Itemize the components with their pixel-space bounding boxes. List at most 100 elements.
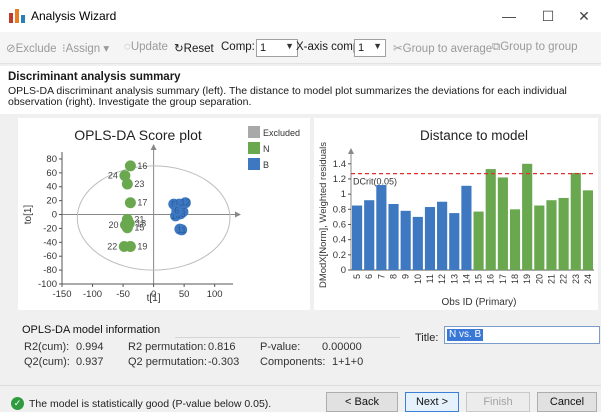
y-axis-label: to[1] bbox=[23, 205, 34, 225]
update-button[interactable]: ◌Update bbox=[124, 41, 168, 53]
x-tick-label: 13 bbox=[449, 274, 459, 284]
next-button[interactable]: Next > bbox=[405, 392, 459, 412]
group-to-group-button[interactable]: ⧉Group to group bbox=[492, 41, 578, 54]
y-tick-label: -20 bbox=[43, 223, 57, 234]
y-tick-label: 60 bbox=[46, 168, 57, 179]
x-axis-label: Obs ID (Primary) bbox=[442, 297, 517, 308]
p-value-value: 0.00000 bbox=[322, 341, 362, 353]
y-axis-arrow bbox=[348, 148, 354, 154]
comp-label: Comp: bbox=[221, 41, 255, 53]
summary-header: Discriminant analysis summary OPLS-DA di… bbox=[0, 66, 601, 114]
title-bar: Analysis Wizard — ☐ ✕ bbox=[0, 0, 601, 32]
point-label: 23 bbox=[134, 179, 144, 189]
point-label: 6 bbox=[174, 205, 179, 215]
legend-label: B bbox=[263, 160, 269, 170]
q2-label: Q2(cum): bbox=[24, 356, 70, 368]
x-tick-label: 23 bbox=[571, 274, 581, 284]
y-tick-label: 1 bbox=[341, 189, 346, 200]
x-tick-label: 15 bbox=[474, 274, 484, 284]
p-value-label: P-value: bbox=[260, 341, 301, 353]
x-tick-label: 14 bbox=[461, 274, 471, 284]
summary-description: OPLS-DA discriminant analysis summary (l… bbox=[8, 85, 567, 108]
x-tick-label: 17 bbox=[498, 274, 508, 284]
group-to-average-button[interactable]: ✂Group to average bbox=[393, 41, 492, 55]
exclude-icon: ⊘ bbox=[6, 43, 16, 55]
exclude-button[interactable]: ⊘Exclude bbox=[6, 41, 57, 55]
y-tick-label: 1.4 bbox=[333, 159, 346, 170]
y-tick-label: 0.6 bbox=[333, 219, 346, 230]
x-tick-label: 22 bbox=[559, 274, 569, 284]
x-tick-label: -100 bbox=[83, 289, 102, 300]
point-label: 19 bbox=[137, 241, 147, 251]
y-tick-label: 20 bbox=[46, 196, 57, 207]
x-tick-label: 24 bbox=[583, 274, 593, 284]
point-label: 16 bbox=[137, 161, 147, 171]
analysis-wizard-window: Analysis Wizard — ☐ ✕ ⊘Exclude ⁝Assign ▾… bbox=[0, 0, 601, 412]
title-input-value: N vs. B bbox=[447, 329, 484, 341]
distance-plot: Distance to model DModX[Norm], Weighted r… bbox=[318, 128, 594, 308]
y-axis-label: DModX[Norm], Weighted residuals bbox=[318, 142, 329, 288]
title-input[interactable]: N vs. B bbox=[444, 326, 600, 344]
bar bbox=[485, 169, 496, 270]
x-tick-label: 19 bbox=[522, 274, 532, 284]
legend-label: N bbox=[263, 144, 270, 154]
bar bbox=[400, 210, 411, 270]
summary-title: Discriminant analysis summary bbox=[8, 71, 181, 83]
y-tick-label: -60 bbox=[43, 251, 57, 262]
bar bbox=[509, 209, 521, 270]
components-label: Components: bbox=[260, 356, 326, 368]
bar bbox=[497, 177, 508, 270]
data-point bbox=[124, 197, 136, 209]
window-title: Analysis Wizard bbox=[31, 9, 117, 23]
score-plot-title: OPLS-DA Score plot bbox=[74, 127, 202, 143]
minimize-button[interactable]: — bbox=[491, 0, 527, 32]
x-tick-label: 18 bbox=[510, 274, 520, 284]
reset-button[interactable]: ↻Reset bbox=[174, 41, 214, 55]
y-tick-label: -80 bbox=[43, 265, 57, 276]
finish-button[interactable]: Finish bbox=[466, 392, 530, 412]
data-point bbox=[124, 240, 136, 252]
y-tick-label: 1.2 bbox=[333, 174, 346, 185]
xcomp-select[interactable]: 1 ▼ bbox=[354, 39, 386, 57]
x-tick-label: 20 bbox=[534, 274, 544, 284]
x-tick-label: 100 bbox=[207, 289, 223, 300]
group-icon: ⧉ bbox=[492, 41, 501, 53]
bar bbox=[473, 211, 484, 270]
legend-swatch bbox=[248, 158, 260, 170]
r2-label: R2(cum): bbox=[24, 341, 70, 353]
bar bbox=[461, 185, 472, 270]
components-value: 1+1+0 bbox=[332, 356, 364, 368]
x-tick-label: 11 bbox=[425, 274, 435, 283]
score-plot-panel[interactable]: OPLS-DA Score plot 80 60 40 20 0 -20 -40 -60 -80 -… bbox=[18, 118, 310, 310]
comp-select[interactable]: 1 ▼ bbox=[256, 39, 298, 57]
bar bbox=[412, 216, 423, 270]
update-icon: ◌ bbox=[124, 41, 131, 53]
toolbar: ⊘Exclude ⁝Assign ▾ ◌Update ↻Reset Comp: … bbox=[0, 32, 601, 64]
cancel-button[interactable]: Cancel bbox=[537, 392, 597, 412]
reset-icon: ↻ bbox=[174, 43, 184, 55]
dcrit-label: DCrit(0.05) bbox=[353, 177, 397, 187]
chevron-down-icon: ▼ bbox=[285, 41, 294, 51]
maximize-button[interactable]: ☐ bbox=[530, 0, 566, 32]
x-tick-label: 50 bbox=[179, 289, 190, 300]
x-tick-label: 7 bbox=[376, 274, 386, 279]
check-icon: ✓ bbox=[11, 397, 24, 410]
x-tick-label: 12 bbox=[437, 274, 447, 284]
close-button[interactable]: ✕ bbox=[566, 0, 601, 32]
data-point bbox=[121, 178, 133, 190]
point-label: 24 bbox=[108, 171, 118, 181]
assign-button[interactable]: ⁝Assign ▾ bbox=[62, 41, 109, 55]
back-button[interactable]: < Back bbox=[326, 392, 398, 412]
legend-swatch bbox=[248, 142, 260, 154]
distance-plot-panel[interactable]: Distance to model DModX[Norm], Weighted r… bbox=[314, 118, 598, 310]
y-tick-label: 0 bbox=[52, 210, 57, 221]
q2-value: 0.937 bbox=[76, 356, 104, 368]
y-tick-label: 0 bbox=[341, 265, 346, 276]
y-tick-label: 40 bbox=[46, 182, 57, 193]
app-icon bbox=[9, 9, 25, 23]
point-label: 20 bbox=[108, 220, 118, 230]
chevron-down-icon: ▼ bbox=[373, 41, 382, 51]
x-axis-arrow bbox=[235, 211, 241, 218]
bar bbox=[437, 201, 448, 270]
legend-swatch bbox=[248, 126, 260, 138]
